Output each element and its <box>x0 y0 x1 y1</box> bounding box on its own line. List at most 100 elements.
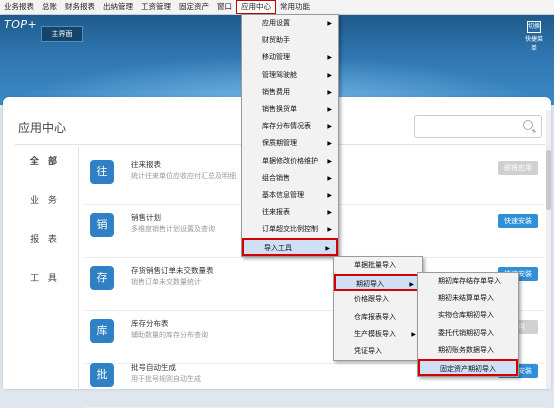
import-tools-submenu: 单据批量导入 期初导入 ▶ 价格跟导入 仓库报表导入 生产模板导入 ▶ 凭证导入 <box>333 256 423 362</box>
menu-2[interactable]: 财务报表 <box>61 0 99 14</box>
menu-item-label: 销售换货单 <box>262 104 297 113</box>
menu-item-label: 库存分布情况表 <box>262 122 311 131</box>
menu1-item[interactable]: 保质期管理 ▶ <box>242 135 338 152</box>
search-input[interactable] <box>414 115 542 138</box>
shortcut-menu-button[interactable]: 切换 快捷菜单 <box>523 21 545 52</box>
menu1-item[interactable]: 基本信息管理 ▶ <box>242 187 338 204</box>
menu-item-label: 订单超交比例控制 <box>262 225 318 234</box>
menu-item-label: 移动管理 <box>262 53 290 62</box>
app-title[interactable]: 批号自动生成 <box>131 362 176 373</box>
menu2-item[interactable]: 期初导入 ▶ <box>334 274 422 292</box>
category-tools[interactable]: 工 具 <box>15 264 75 303</box>
submenu-arrow-icon: ▶ <box>327 191 332 199</box>
menu3-item[interactable]: 固定资产期初导入 <box>418 358 518 377</box>
submenu-arrow-icon: ▶ <box>327 20 332 27</box>
divider <box>78 147 79 389</box>
menu3-item[interactable]: 期初未结算单导入 <box>418 290 518 307</box>
menu-item-label: 仓库报表导入 <box>354 312 396 321</box>
app-title[interactable]: 销售计划 <box>131 212 161 223</box>
menu-item-label: 期初导入 <box>356 280 384 289</box>
menu-item-label: 往来报表 <box>262 208 290 217</box>
submenu-arrow-icon: ▶ <box>411 330 416 338</box>
menu-item-label: 价格跟导入 <box>354 295 389 304</box>
submenu-arrow-icon: ▶ <box>327 140 332 148</box>
menu-item-label: 期初库存结存单导入 <box>438 277 501 285</box>
submenu-arrow-icon: ▶ <box>327 157 332 165</box>
app-description: 多维度销售计划设置及查询 <box>131 225 215 233</box>
menu2-item[interactable]: 价格跟导入 <box>334 291 422 308</box>
menu1-item[interactable]: 移动管理 ▶ <box>242 49 338 66</box>
menu1-item[interactable]: 单据修改价格维护 ▶ <box>242 153 338 170</box>
menu-6[interactable]: 窗口 <box>213 0 236 14</box>
menu-item-label: 生产模板导入 <box>354 329 396 338</box>
menu-item-label: 保质期管理 <box>262 139 297 148</box>
menu2-item[interactable]: 生产模板导入 ▶ <box>334 326 422 343</box>
category-reports[interactable]: 报 表 <box>15 225 75 264</box>
app-description: 辅助数量的库存分布查询 <box>131 331 208 339</box>
menu-4[interactable]: 工资管理 <box>137 0 175 14</box>
menu-item-label: 凭证导入 <box>354 346 382 355</box>
app-description: 用于批号规则自动生成 <box>131 375 201 383</box>
app-description: 统计往来单位应收应付汇总及明细 <box>131 172 236 180</box>
menu-item-label: 组合销售 <box>262 173 290 182</box>
app-logo: TOP+ <box>4 18 38 31</box>
menu1-item[interactable]: 库存分布情况表 ▶ <box>242 118 338 135</box>
shortcut-label: 快捷菜单 <box>524 36 543 52</box>
menu-0[interactable]: 业务报表 <box>0 0 38 14</box>
scrollbar-thumb[interactable] <box>546 150 551 210</box>
app-title[interactable]: 库存分布表 <box>131 318 169 329</box>
menu-8[interactable]: 常用功能 <box>276 0 314 14</box>
menu-item-label: 期初未结算单导入 <box>438 294 494 303</box>
menu1-item[interactable]: 管理驾驶舱 ▶ <box>242 67 338 84</box>
app-title[interactable]: 存货销售订单未交数量表 <box>131 265 214 276</box>
menu-item-label: 管理驾驶舱 <box>262 70 297 79</box>
submenu-arrow-icon: ▶ <box>327 226 332 234</box>
tab-main[interactable]: 主界面 <box>41 26 83 42</box>
menu2-item[interactable]: 仓库报表导入 <box>334 309 422 326</box>
menu3-item[interactable]: 实物仓库期初导入 <box>418 307 518 324</box>
submenu-arrow-icon: ▶ <box>327 105 332 113</box>
submenu-arrow-icon: ▶ <box>327 174 332 182</box>
app-icon: 销 <box>90 213 114 237</box>
menu-7[interactable]: 应用中心 <box>236 0 276 14</box>
menu1-item[interactable]: 销售换货单 ▶ <box>242 101 338 118</box>
menu-item-label: 实物仓库期初导入 <box>438 311 494 320</box>
menu-item-label: 固定资产期初导入 <box>440 364 496 373</box>
menu-item-label: 期初账务数据导入 <box>438 345 494 354</box>
menu-item-label: 财贸助手 <box>262 36 290 45</box>
submenu-arrow-icon: ▶ <box>327 88 332 96</box>
app-title[interactable]: 往来报表 <box>131 159 161 170</box>
menu1-item[interactable]: 应用设置 ▶ <box>242 15 338 32</box>
menu-item-label: 基本信息管理 <box>262 190 304 199</box>
menu-1[interactable]: 总账 <box>38 0 61 14</box>
menu-item-label: 委托代销期初导入 <box>438 328 494 337</box>
install-button[interactable]: 快速安装 <box>498 214 538 228</box>
menu2-item[interactable]: 凭证导入 <box>334 343 422 360</box>
menu-5[interactable]: 固定资产 <box>175 0 213 14</box>
category-all[interactable]: 全 部 <box>15 147 75 186</box>
menu2-item[interactable]: 单据批量导入 <box>334 257 422 274</box>
app-icon: 往 <box>90 160 114 184</box>
menu3-item[interactable]: 期初库存结存单导入 <box>418 273 518 290</box>
menu3-item[interactable]: 期初账务数据导入 <box>418 342 518 359</box>
scrollbar[interactable] <box>546 110 551 389</box>
app-description: 销售订单未交数量统计 <box>131 278 201 286</box>
search-icon[interactable] <box>523 120 533 130</box>
submenu-arrow-icon: ▶ <box>327 123 332 131</box>
menu1-item[interactable]: 财贸助手 <box>242 32 338 49</box>
install-button[interactable]: 即将应用 <box>498 161 538 175</box>
menu1-item[interactable]: 往来报表 ▶ <box>242 204 338 221</box>
submenu-arrow-icon: ▶ <box>327 54 332 62</box>
menu3-item[interactable]: 委托代销期初导入 <box>418 325 518 342</box>
category-business[interactable]: 业 务 <box>15 186 75 225</box>
menu1-item[interactable]: 订单超交比例控制 ▶ <box>242 221 338 238</box>
menubar: 业务报表 总账 财务报表 出纳管理 工资管理 固定资产 窗口 应用中心 常用功能 <box>0 0 554 15</box>
menu-item-label: 单据批量导入 <box>354 261 396 269</box>
submenu-arrow-icon: ▶ <box>325 245 330 253</box>
menu1-item[interactable]: 导入工具 ▶ <box>242 238 338 256</box>
menu-item-label: 单据修改价格维护 <box>262 156 318 165</box>
app-icon: 存 <box>90 266 114 290</box>
menu1-item[interactable]: 销售费用 ▶ <box>242 84 338 101</box>
menu1-item[interactable]: 组合销售 ▶ <box>242 170 338 187</box>
menu-3[interactable]: 出纳管理 <box>99 0 137 14</box>
